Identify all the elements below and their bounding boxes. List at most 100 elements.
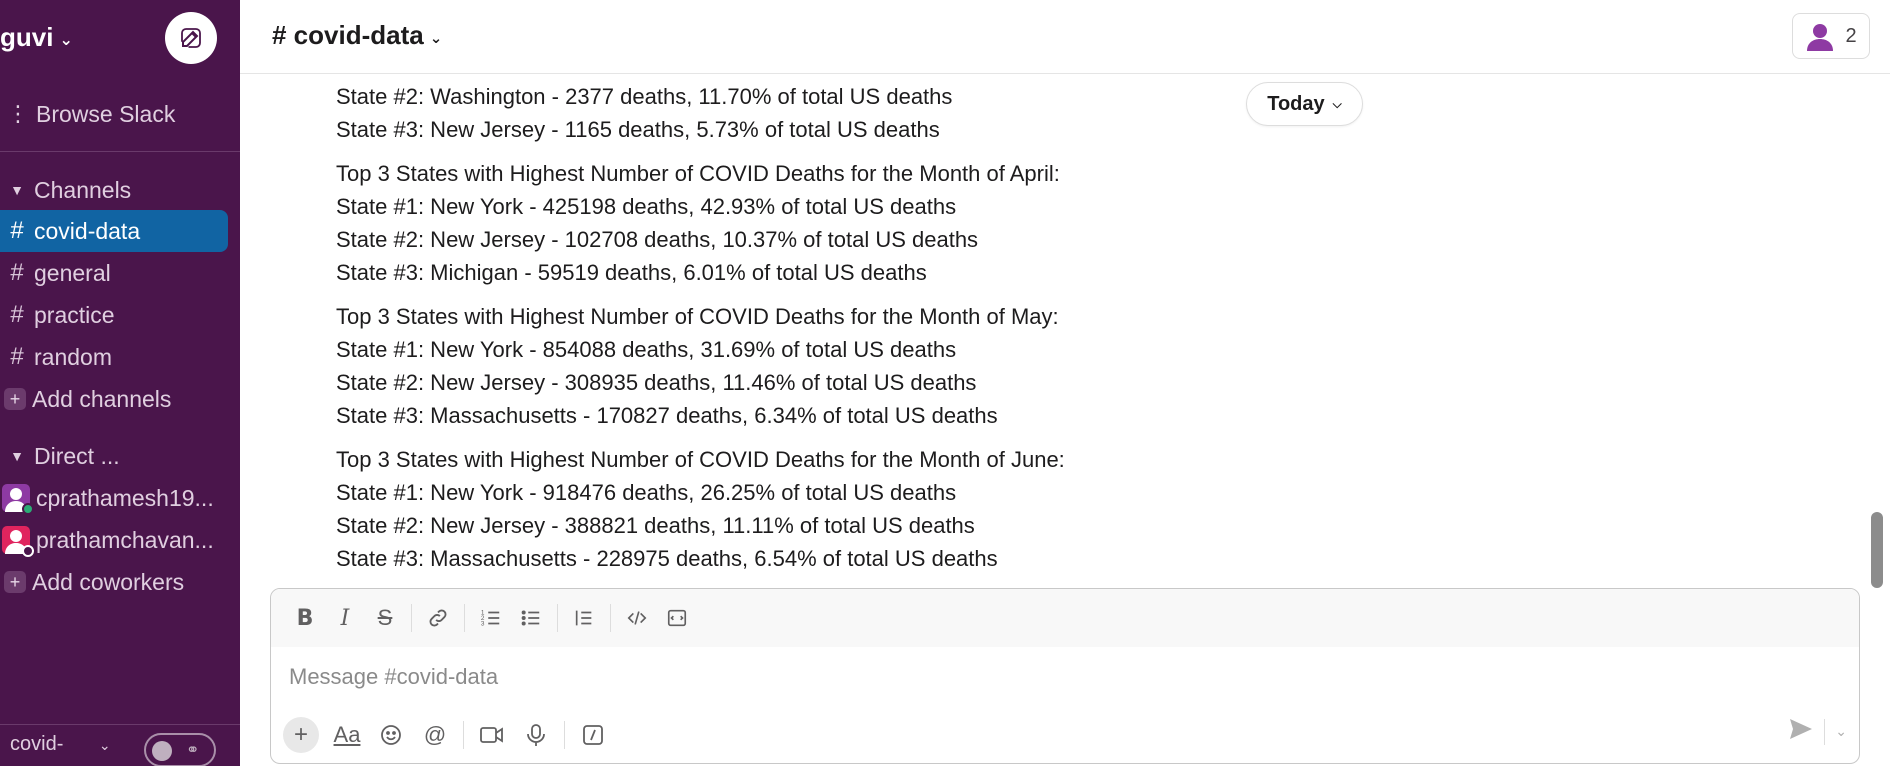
caret-down-icon: ▼ <box>10 182 24 198</box>
text-format-icon[interactable]: Aa <box>325 715 369 755</box>
sidebar-item-general[interactable]: # general <box>0 252 228 294</box>
message-line: State #1: New York - 854088 deaths, 31.6… <box>336 337 957 362</box>
toolbar-divider <box>564 721 565 749</box>
headphones-icon: ⚭ <box>186 742 200 759</box>
members-button[interactable]: 2 <box>1792 13 1870 59</box>
plus-icon: + <box>4 571 26 593</box>
toolbar-divider <box>557 604 558 632</box>
chevron-down-icon: ⌄ <box>429 29 443 47</box>
message-line: Top 3 States with Highest Number of COVI… <box>336 161 1060 186</box>
plus-icon: + <box>4 388 26 410</box>
browse-slack-item[interactable]: ⋮ Browse Slack <box>0 96 240 132</box>
chevron-down-icon[interactable]: ⌄ <box>1835 723 1847 740</box>
bulleted-list-icon[interactable] <box>511 598 551 638</box>
chevron-down-icon: ⌄ <box>98 737 111 753</box>
footer-label: covid- <box>10 733 64 755</box>
channels-header-label: Channels <box>34 176 132 203</box>
italic-icon[interactable]: I <box>325 598 365 638</box>
huddle-toggle[interactable]: ⚭ <box>144 733 216 766</box>
emoji-icon[interactable] <box>369 715 413 755</box>
browse-slack-label: Browse Slack <box>36 100 176 127</box>
more-vertical-icon: ⋮ <box>7 101 29 126</box>
slash-command-icon[interactable] <box>571 715 615 755</box>
today-label: Today <box>1267 92 1325 115</box>
strikethrough-icon[interactable]: S <box>365 598 405 638</box>
message-line: State #2: New Jersey - 102708 deaths, 10… <box>336 227 979 252</box>
sidebar: guvi ⌄ ⋮ Browse Slack ▼ Channels # covid… <box>0 0 240 766</box>
sidebar-item-random[interactable]: # random <box>0 336 228 378</box>
avatar <box>2 526 34 557</box>
sidebar-footer: covid- ⌄ ⚭ <box>0 724 240 766</box>
plus-icon[interactable]: + <box>283 717 319 753</box>
message-line: State #1: New York - 918476 deaths, 26.2… <box>336 480 957 505</box>
sidebar-item-dm-prathamchavan[interactable]: prathamchavan... <box>0 519 228 561</box>
add-coworkers-item[interactable]: + Add coworkers <box>0 561 228 603</box>
toolbar-divider <box>1824 718 1826 745</box>
toolbar-divider <box>411 604 412 632</box>
presence-status-icon <box>22 545 34 557</box>
channel-title-button[interactable]: # covid-data ⌄ <box>272 20 442 51</box>
dm-label: prathamchavan... <box>36 526 214 553</box>
workspace-name: guvi <box>0 22 54 52</box>
code-icon[interactable] <box>617 598 657 638</box>
formatting-toolbar: B I S 123 <box>271 589 1859 647</box>
message: Top 3 States with Highest Number of COVI… <box>336 300 1536 432</box>
channel-title: # covid-data <box>272 20 424 50</box>
dm-header-label: Direct ... <box>34 442 120 469</box>
channel-label: covid-data <box>34 217 141 244</box>
message-line: State #3: Michigan - 59519 deaths, 6.01%… <box>336 260 927 285</box>
sidebar-item-practice[interactable]: # practice <box>0 294 228 336</box>
mention-icon[interactable]: @ <box>413 715 457 755</box>
video-icon[interactable] <box>470 715 514 755</box>
add-channels-item[interactable]: + Add channels <box>0 378 228 420</box>
channel-header: # covid-data ⌄ 2 <box>240 0 1890 74</box>
message-list: State #2: Washington - 2377 deaths, 11.7… <box>336 80 1536 586</box>
message-line: State #3: Massachusetts - 228975 deaths,… <box>336 546 998 571</box>
sidebar-item-dm-cprathamesh[interactable]: cprathamesh19... <box>0 477 228 519</box>
code-block-icon[interactable] <box>657 598 697 638</box>
blockquote-icon[interactable] <box>564 598 604 638</box>
workspace-switcher[interactable]: guvi ⌄ <box>0 22 73 53</box>
workspace-header: guvi ⌄ <box>0 0 240 76</box>
channel-label: random <box>34 343 112 370</box>
caret-down-icon: ▼ <box>10 448 24 464</box>
channels-section-header[interactable]: ▼ Channels <box>0 172 240 208</box>
channel-label: general <box>34 259 111 286</box>
hash-icon: # <box>10 343 24 370</box>
add-coworkers-label: Add coworkers <box>32 568 185 595</box>
date-jump-button[interactable]: Today ⌵ <box>1246 82 1363 126</box>
dm-label: cprathamesh19... <box>36 484 214 511</box>
toolbar-divider <box>464 604 465 632</box>
add-channels-label: Add channels <box>32 385 172 412</box>
footer-channel-switcher[interactable]: covid- ⌄ <box>10 733 111 756</box>
bold-icon[interactable]: B <box>285 598 325 638</box>
compose-button[interactable] <box>165 12 217 64</box>
hash-icon: # <box>10 301 24 328</box>
link-icon[interactable] <box>418 598 458 638</box>
send-icon[interactable] <box>1788 717 1814 746</box>
chevron-down-icon: ⌵ <box>1332 96 1342 111</box>
message: Top 3 States with Highest Number of COVI… <box>336 443 1536 575</box>
ordered-list-icon[interactable]: 123 <box>471 598 511 638</box>
toolbar-divider <box>463 721 464 749</box>
sidebar-item-covid-data[interactable]: # covid-data <box>0 210 228 252</box>
user-icon <box>1807 24 1834 51</box>
composer-actions: + Aa @ ⌄ <box>271 709 1859 761</box>
microphone-icon[interactable] <box>514 715 558 755</box>
message: Top 3 States with Highest Number of COVI… <box>336 157 1536 289</box>
toggle-knob <box>152 741 172 761</box>
hash-icon: # <box>10 259 24 286</box>
message-line: State #2: New Jersey - 388821 deaths, 11… <box>336 513 975 538</box>
channel-view: # covid-data ⌄ 2 State #2: Washington - … <box>240 0 1890 766</box>
message-scrollbar[interactable] <box>1871 512 1883 588</box>
direct-messages-section-header[interactable]: ▼ Direct ... <box>0 438 240 474</box>
chevron-down-icon: ⌄ <box>59 31 73 49</box>
message-line: Top 3 States with Highest Number of COVI… <box>336 447 1065 472</box>
message-line: State #2: New Jersey - 308935 deaths, 11… <box>336 370 977 395</box>
message-input[interactable] <box>289 659 1829 695</box>
message-line: State #1: New York - 425198 deaths, 42.9… <box>336 194 957 219</box>
toolbar-divider <box>610 604 611 632</box>
send-controls: ⌄ <box>1788 717 1847 746</box>
hash-icon: # <box>10 217 24 244</box>
compose-icon <box>181 28 201 48</box>
